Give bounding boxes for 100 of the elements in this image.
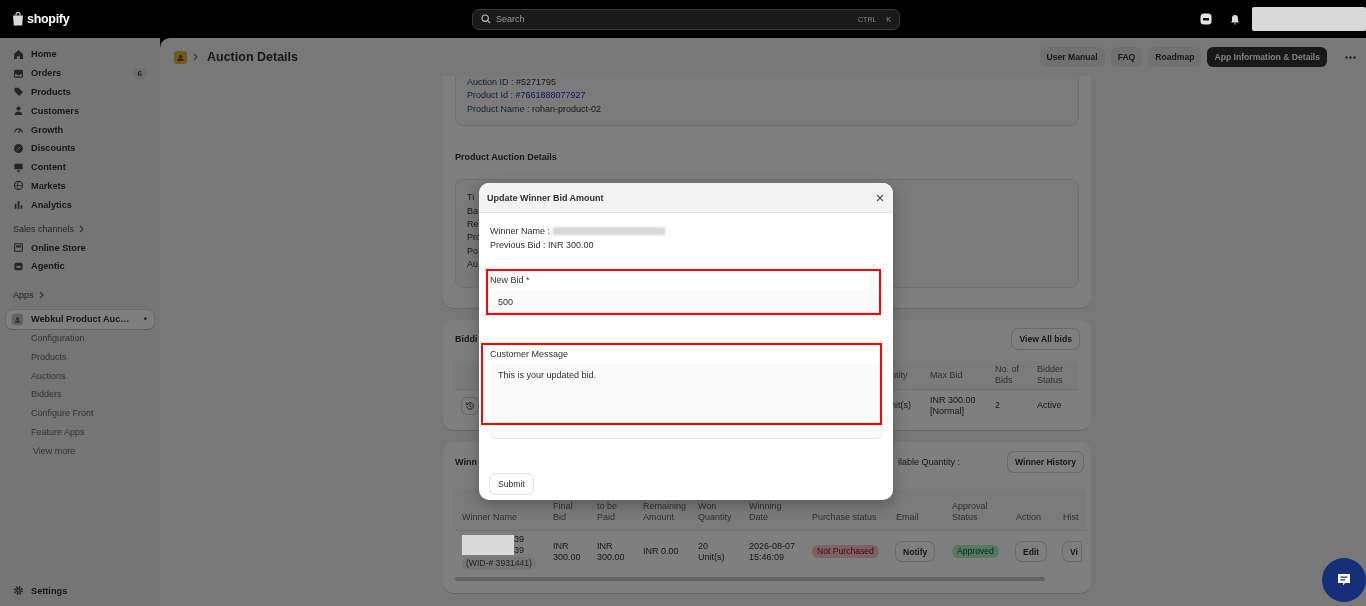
winner-history-button[interactable]: Winner History <box>1007 451 1083 472</box>
nav-item[interactable]: Webkul Product Auc… • <box>6 309 154 329</box>
column-header: No. of Bids <box>995 364 1020 387</box>
nav-item[interactable]: Agentic <box>6 256 154 276</box>
detail-line: Ba <box>467 204 478 218</box>
chevron-icon <box>79 225 85 234</box>
nav-item[interactable]: Discounts <box>6 139 154 158</box>
header-button[interactable]: FAQ <box>1110 47 1143 67</box>
table-button[interactable]: Notify <box>896 542 935 562</box>
message-textarea[interactable]: This is your updated bid. <box>490 364 882 438</box>
app-icon <box>174 50 187 64</box>
shopping-bag-icon <box>12 12 24 26</box>
nav-item[interactable]: Orders 6 <box>6 63 154 83</box>
status-badge: Not Purchased <box>812 545 879 559</box>
status-dot: • <box>143 314 147 325</box>
previous-bid-text: Previous Bid : INR 300.00 <box>490 239 594 252</box>
redacted-box <box>462 534 514 555</box>
chevron-icon <box>38 290 44 299</box>
assistant-icon[interactable] <box>1200 13 1212 25</box>
quantity-label: ilable Quantity : <box>897 456 960 467</box>
column-header: Purchase status <box>812 511 877 523</box>
id-badge: (WID-# 3931441) <box>462 556 536 570</box>
detail-line: Au <box>467 258 478 272</box>
nav-item[interactable]: Online Store <box>6 238 154 257</box>
monitor-icon <box>13 161 24 173</box>
subnav-item[interactable]: Auctions <box>0 366 160 385</box>
info-line: Product Id : #7661888077927 <box>467 89 586 103</box>
column-header: Remaining Amount <box>643 500 688 523</box>
search-input[interactable]: Search <box>496 14 849 24</box>
header-button[interactable]: App Information & Details <box>1207 47 1327 67</box>
table-cell-text: INR 300.00 <box>597 540 626 563</box>
info-line: Product Name : rohan-product-02 <box>467 102 602 116</box>
column-header: Approval Status <box>952 500 989 523</box>
section-heading[interactable]: Sales channels <box>13 220 147 239</box>
search-icon <box>481 14 491 24</box>
app-icon <box>11 312 24 326</box>
bell-icon[interactable] <box>1230 13 1240 25</box>
table-cell-text: 2026-08-07 15:46:09 <box>749 540 797 563</box>
subnav-item[interactable]: Bidders <box>0 384 160 404</box>
view-more-link[interactable]: View more <box>0 441 160 461</box>
column-header: to be Paid <box>597 500 619 523</box>
info-line: Auction ID : #5271795 <box>467 76 557 89</box>
header-button[interactable]: User Manual <box>1039 47 1105 67</box>
column-header: Bidder Status <box>1037 364 1064 387</box>
section-heading[interactable]: Apps <box>13 285 147 304</box>
inbox-icon <box>13 67 24 79</box>
field-label: New Bid * <box>490 274 531 286</box>
table-cell: 2 <box>995 400 1000 412</box>
nav-item[interactable]: Markets <box>6 176 154 196</box>
chevron-icon <box>193 53 198 61</box>
status-badge: Approved <box>952 545 999 559</box>
logo-text: shopify <box>27 12 70 26</box>
store-icon <box>13 242 24 254</box>
table-button[interactable]: Vi <box>1063 542 1081 562</box>
table-cell-text: INR 300.00 <box>553 540 582 563</box>
submit-button[interactable]: Submit <box>490 474 533 494</box>
history-button[interactable] <box>462 397 478 414</box>
nav-item[interactable]: Customers <box>6 101 154 121</box>
column-header: Winner Name <box>462 511 517 523</box>
table-cell-text: INR 300.00 [Normal] <box>930 394 977 417</box>
nav-item[interactable]: Growth <box>6 120 154 139</box>
header-button[interactable]: Roadmap <box>1148 47 1202 67</box>
detail-line: Re <box>467 218 479 232</box>
history-icon <box>465 400 475 411</box>
card-title: Winn <box>455 456 477 467</box>
name-fragment: 39 <box>514 544 524 556</box>
column-header: Max Bid <box>930 369 963 381</box>
section-title: Product Auction Details <box>455 151 558 164</box>
nav-item[interactable]: Content <box>6 157 154 177</box>
column-header: Email <box>896 511 919 523</box>
column-header: Won Quantity <box>698 500 733 523</box>
subnav-item[interactable]: Products <box>0 347 160 367</box>
agent-icon <box>13 260 24 272</box>
nav-item[interactable]: Products <box>6 82 154 102</box>
close-button[interactable] <box>876 193 884 202</box>
dialog-title: Update Winner Bid Amount <box>487 192 604 203</box>
nav-item[interactable]: Settings <box>6 581 154 600</box>
count-badge: 6 <box>132 67 147 79</box>
view-all-bids-button[interactable]: View All bids <box>1012 328 1079 349</box>
bid-input[interactable]: 500 <box>490 291 882 312</box>
product-link[interactable]: 7661888077927 <box>520 90 586 101</box>
column-header: Hist <box>1063 511 1079 523</box>
nav-item[interactable]: Home <box>6 45 154 64</box>
discount-icon <box>13 142 24 154</box>
chat-icon <box>1336 572 1352 588</box>
scrollbar[interactable] <box>455 576 1045 581</box>
more-icon[interactable] <box>1345 55 1356 59</box>
home-icon <box>13 48 24 60</box>
page-title: Auction Details <box>207 50 298 64</box>
column-header: Winning Date <box>749 500 783 523</box>
table-button[interactable]: Edit <box>1016 542 1047 562</box>
globe-icon <box>13 180 24 192</box>
tag-icon <box>13 86 24 98</box>
nav-item[interactable]: Analytics <box>6 195 154 215</box>
table-cell-text: 20 Unit(s) <box>698 540 726 563</box>
column-header: Action <box>1016 511 1041 523</box>
settings-icon <box>13 585 24 597</box>
subnav-item[interactable]: Feature Apps <box>0 422 160 442</box>
bar-chart-icon <box>13 199 24 211</box>
detail-line: Ti <box>467 191 475 205</box>
